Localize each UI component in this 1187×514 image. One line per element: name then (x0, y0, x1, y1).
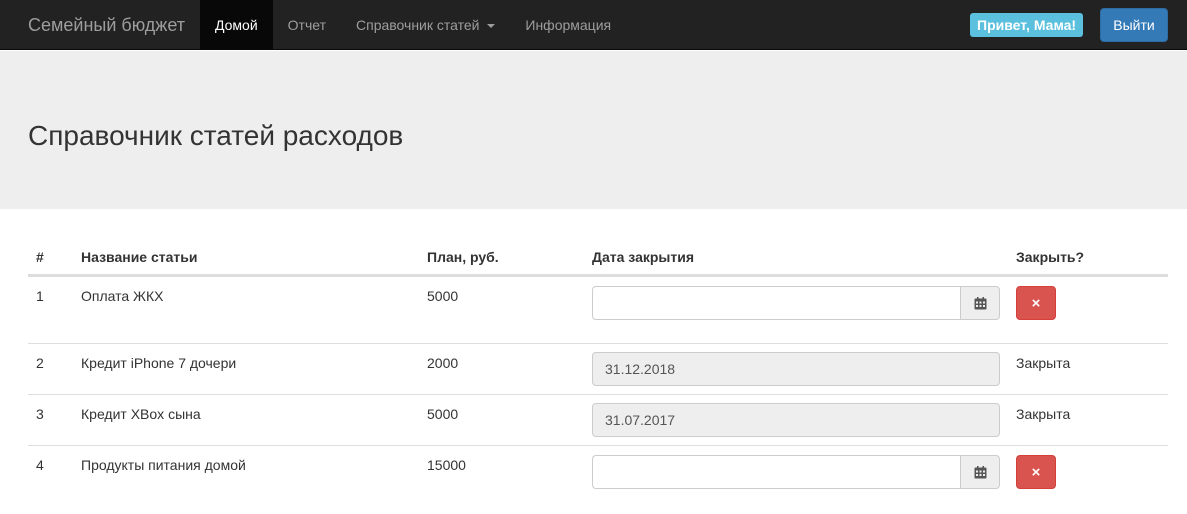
row-plan: 15000 (427, 457, 466, 473)
close-date-picker (592, 286, 1000, 320)
column-header-close: Закрыть? (1016, 249, 1085, 265)
calendar-icon (974, 465, 986, 478)
table-row: 3 Кредит XBox сына 5000 31.07.2017 Закры… (28, 394, 1168, 445)
close-icon: × (1031, 463, 1041, 481)
caret-down-icon (487, 24, 496, 29)
calendar-button[interactable] (960, 286, 1000, 320)
row-number: 2 (36, 355, 44, 371)
table-header: # Название статьи План, руб. Дата закрыт… (28, 239, 1168, 276)
row-plan: 5000 (427, 288, 459, 304)
nav-item-report[interactable]: Отчет (273, 0, 341, 50)
logout-button[interactable]: Выйти (1100, 8, 1168, 42)
navbar: Семейный бюджет Домой Отчет Справочник с… (0, 0, 1187, 50)
nav-item-home[interactable]: Домой (200, 0, 273, 50)
brand-link[interactable]: Семейный бюджет (28, 0, 185, 50)
row-number: 4 (36, 457, 44, 473)
nav-item-label: Справочник статей (356, 17, 480, 33)
nav-item-categories-dropdown[interactable]: Справочник статей (341, 0, 510, 50)
greeting-badge: Привет, Мама! (970, 13, 1084, 37)
close-category-button[interactable]: × (1016, 455, 1056, 489)
column-header-number: # (36, 249, 44, 265)
nav-item-label: Отчет (287, 17, 326, 33)
column-header-name: Название статьи (81, 249, 198, 265)
column-header-close-date: Дата закрытия (592, 249, 694, 265)
row-plan: 2000 (427, 355, 459, 371)
close-date-input[interactable] (592, 455, 960, 489)
row-name: Кредит iPhone 7 дочери (81, 355, 237, 371)
close-date-input[interactable] (592, 286, 960, 320)
calendar-button[interactable] (960, 455, 1000, 489)
row-status: Закрыта (1016, 406, 1071, 422)
nav-item-label: Домой (215, 17, 258, 33)
column-header-plan: План, руб. (427, 249, 499, 265)
row-plan: 5000 (427, 406, 459, 422)
close-date-readonly: 31.12.2018 (592, 352, 1000, 386)
table-row: 2 Кредит iPhone 7 дочери 2000 31.12.2018… (28, 343, 1168, 394)
row-number: 3 (36, 406, 44, 422)
close-date-readonly: 31.07.2017 (592, 403, 1000, 437)
row-number: 1 (36, 288, 44, 304)
close-category-button[interactable]: × (1016, 286, 1056, 320)
jumbotron: Справочник статей расходов (0, 51, 1187, 209)
table-row: 4 Продукты питания домой 15000 × (28, 445, 1168, 505)
row-name: Оплата ЖКХ (81, 288, 164, 304)
categories-table: # Название статьи План, руб. Дата закрыт… (28, 239, 1168, 505)
close-date-picker (592, 455, 1000, 489)
page-title: Справочник статей расходов (28, 120, 404, 151)
close-icon: × (1031, 294, 1041, 312)
row-name: Кредит XBox сына (81, 406, 201, 422)
row-status: Закрыта (1016, 355, 1071, 371)
nav-item-label: Информация (525, 17, 612, 33)
table-row: 1 Оплата ЖКХ 5000 × (28, 276, 1168, 343)
calendar-icon (974, 296, 986, 309)
nav-item-info[interactable]: Информация (510, 0, 626, 50)
row-name: Продукты питания домой (81, 457, 246, 473)
main-nav: Домой Отчет Справочник статей Информация (200, 0, 626, 50)
